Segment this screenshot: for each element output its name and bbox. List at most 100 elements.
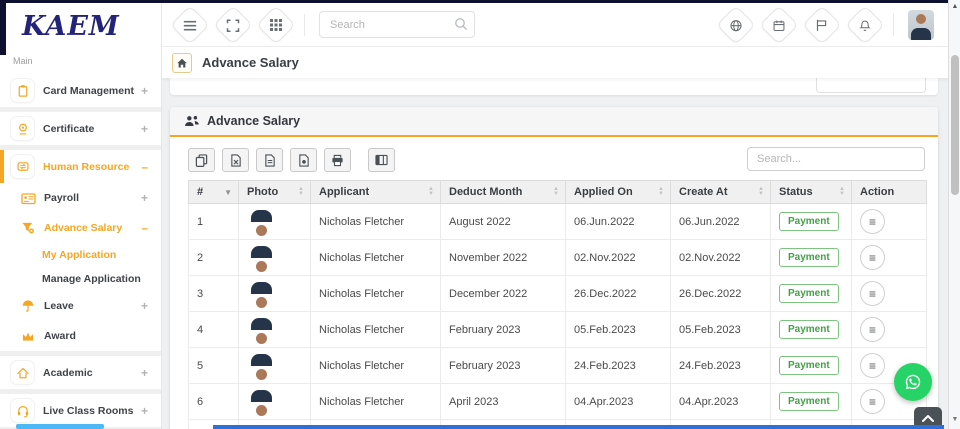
row-action-button[interactable]: ≡: [860, 389, 885, 414]
id-card-icon: [20, 192, 36, 205]
table-row: 5 Nicholas Fletcher February 2023 24.Feb…: [189, 348, 927, 384]
sidebar-item-card-management[interactable]: Card Management +: [0, 74, 161, 107]
row-action-button[interactable]: ≡: [860, 281, 885, 306]
cell-create-at: 24.Feb.2023: [671, 348, 771, 384]
sidebar-item-human-resource[interactable]: Human Resource –: [0, 150, 161, 183]
minus-icon: –: [141, 221, 148, 235]
fullscreen-icon: [227, 18, 240, 31]
sidebar-item-advance-salary[interactable]: Advance Salary –: [0, 213, 161, 243]
user-avatar[interactable]: [908, 10, 934, 40]
excel-icon: [230, 154, 242, 167]
notifications-button[interactable]: [845, 5, 885, 45]
scrollbar-up-arrow[interactable]: ▲: [949, 3, 960, 10]
cell-deduct-month: August 2022: [441, 204, 566, 240]
status-badge: Payment: [779, 284, 839, 303]
cell-create-at: 05.Feb.2023: [671, 312, 771, 348]
table-search-input[interactable]: [747, 147, 925, 171]
copy-icon: [195, 154, 208, 167]
clipboard-icon: [11, 79, 34, 102]
cell-applied-on: 26.Dec.2022: [566, 276, 671, 312]
sidebar-item-live-class-rooms[interactable]: Live Class Rooms +: [0, 394, 161, 427]
umbrella-icon: [20, 299, 36, 313]
excel-export-button[interactable]: [222, 148, 249, 172]
column-header-applicant[interactable]: Applicant▲▼: [311, 181, 441, 204]
cell-deduct-month: December 2022: [441, 276, 566, 312]
sidebar-item-manage-application[interactable]: Manage Application: [0, 267, 161, 291]
breadcrumb-home-button[interactable]: [172, 53, 192, 73]
chevron-up-icon: [922, 414, 934, 422]
columns-icon: [375, 154, 388, 166]
window-edge: [0, 0, 6, 55]
row-action-button[interactable]: ≡: [860, 209, 885, 234]
plus-icon: +: [141, 84, 148, 98]
human-resource-icon: [11, 155, 34, 178]
sidebar-item-payroll[interactable]: Payroll +: [0, 183, 161, 213]
column-header-applied-on[interactable]: Applied On▲▼: [566, 181, 671, 204]
column-visibility-button[interactable]: [368, 148, 395, 172]
filter-icon: [20, 221, 36, 235]
sort-icon: ▲▼: [658, 187, 664, 197]
column-header-num[interactable]: #▼: [189, 181, 239, 204]
sort-icon: ▲▼: [428, 187, 434, 197]
table-row: 2 Nicholas Fletcher November 2022 02.Nov…: [189, 240, 927, 276]
plus-icon: +: [141, 404, 148, 418]
brand-logo[interactable]: KAEM: [0, 3, 161, 46]
page-title: Advance Salary: [202, 55, 299, 70]
row-action-button[interactable]: ≡: [860, 353, 885, 378]
sidebar-item-my-application[interactable]: My Application: [0, 243, 161, 267]
plus-icon: +: [141, 191, 148, 205]
pdf-export-button[interactable]: [290, 148, 317, 172]
headset-icon: [11, 399, 34, 422]
calendar-icon: [773, 18, 786, 31]
topbar: [162, 3, 948, 47]
column-header-create-at[interactable]: Create At▲▼: [671, 181, 771, 204]
csv-export-button[interactable]: [256, 148, 283, 172]
cell-num: 6: [189, 384, 239, 420]
cell-num: 2: [189, 240, 239, 276]
divider: [304, 14, 305, 36]
vertical-scrollbar[interactable]: ▲ ▼: [948, 0, 960, 429]
home-icon: [11, 361, 34, 384]
language-button[interactable]: [716, 5, 756, 45]
status-badge: Payment: [779, 248, 839, 267]
menu-toggle-button[interactable]: [170, 5, 210, 45]
column-header-status[interactable]: Status▲▼: [771, 181, 852, 204]
calendar-button[interactable]: [759, 5, 799, 45]
whatsapp-button[interactable]: [894, 363, 932, 401]
sidebar: KAEM Main Card Management + Certificate …: [0, 3, 162, 429]
sidebar-item-award[interactable]: Award: [0, 321, 161, 351]
cell-num: 4: [189, 312, 239, 348]
horizontal-scrollbar-thumb[interactable]: [16, 424, 104, 429]
copy-button[interactable]: [188, 148, 215, 172]
panel-title: Advance Salary: [207, 114, 300, 128]
home-icon: [176, 57, 188, 69]
sidebar-item-academic[interactable]: Academic +: [0, 356, 161, 389]
plus-icon: +: [141, 299, 148, 313]
table-row: 3 Nicholas Fletcher December 2022 26.Dec…: [189, 276, 927, 312]
sidebar-item-leave[interactable]: Leave +: [0, 291, 161, 321]
scrollbar-thumb[interactable]: [951, 55, 959, 195]
column-header-deduct-month[interactable]: Deduct Month▲▼: [441, 181, 566, 204]
whatsapp-icon: [902, 371, 924, 393]
cell-deduct-month: February 2023: [441, 312, 566, 348]
globe-icon: [730, 18, 743, 31]
users-icon: [184, 115, 200, 128]
row-action-button[interactable]: ≡: [860, 317, 885, 342]
print-button[interactable]: [324, 148, 351, 172]
table-row: 1 Nicholas Fletcher August 2022 06.Jun.2…: [189, 204, 927, 240]
sidebar-item-certificate[interactable]: Certificate +: [0, 112, 161, 145]
cell-num: 1: [189, 204, 239, 240]
sidebar-section-label: Main: [0, 46, 161, 74]
scrollbar-down-arrow[interactable]: ▼: [949, 416, 960, 423]
sort-icon: ▲▼: [298, 187, 304, 197]
column-header-photo[interactable]: Photo▲▼: [239, 181, 311, 204]
cell-applied-on: 04.Apr.2023: [566, 384, 671, 420]
cell-applied-on: 24.Feb.2023: [566, 348, 671, 384]
cell-applicant: Nicholas Fletcher: [311, 312, 441, 348]
report-button[interactable]: [802, 5, 842, 45]
fullscreen-button[interactable]: [213, 5, 253, 45]
apps-button[interactable]: [256, 5, 296, 45]
global-search-input[interactable]: [319, 11, 475, 38]
row-action-button[interactable]: ≡: [860, 245, 885, 270]
panel-body: #▼ Photo▲▼ Applicant▲▼ Deduct Month▲▼ Ap…: [170, 137, 938, 427]
